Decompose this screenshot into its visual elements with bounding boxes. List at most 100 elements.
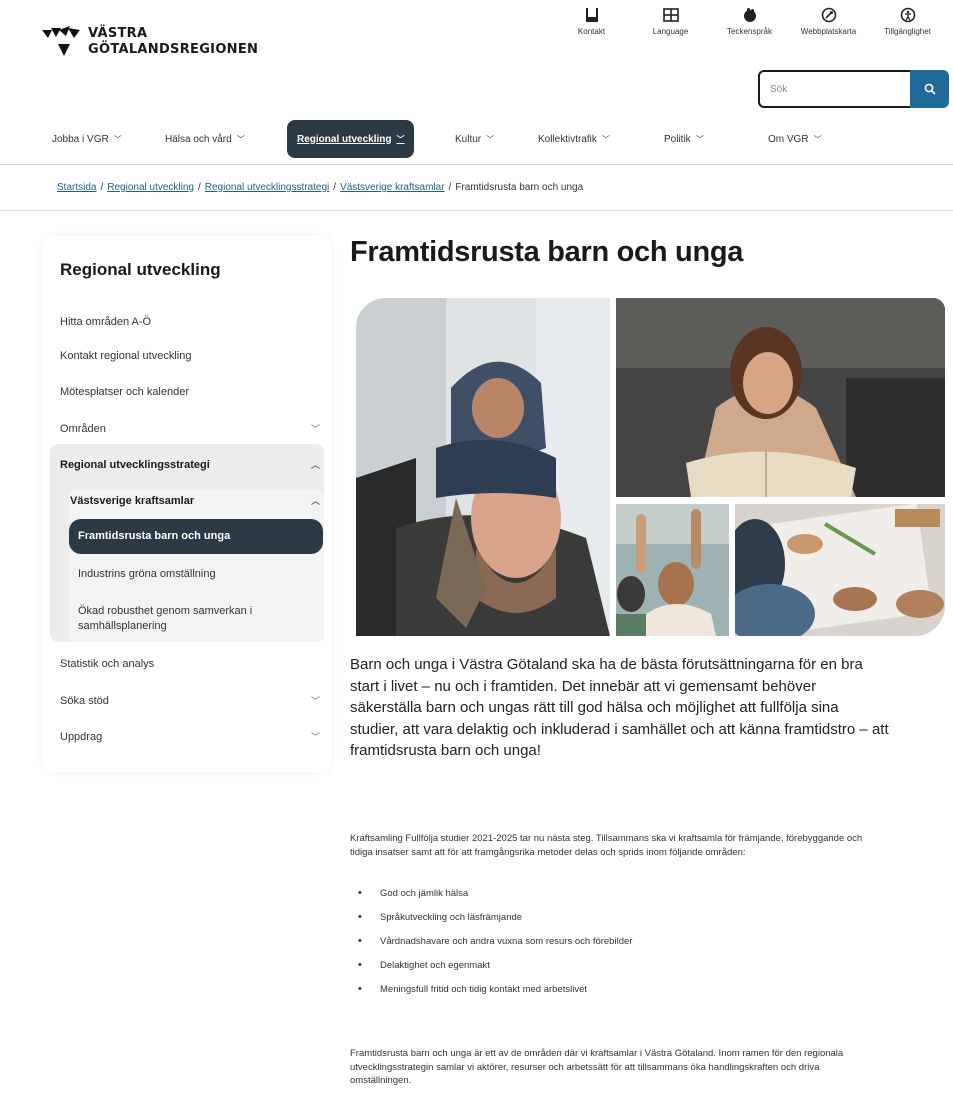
chevron-up-icon[interactable]: ︿ <box>311 494 320 507</box>
photo-father-child <box>356 298 610 636</box>
sidebar-item-hitta-omraden[interactable]: Hitta områden A-Ö <box>60 316 322 328</box>
chevron-down-icon: ﹀ <box>813 134 822 144</box>
chevron-down-icon: ﹀ <box>396 134 405 144</box>
photo-drawing-hands <box>735 504 945 636</box>
sidebar-nav: Regional utveckling Hitta områden A-Ö Ko… <box>42 236 332 772</box>
sidebar-item-label: Framtidsrusta barn och unga <box>78 530 231 542</box>
vgr-logo-icon <box>42 26 80 56</box>
nav-label: Kultur <box>455 133 482 145</box>
sidebar-item-industrins-grona[interactable]: Industrins gröna omställning <box>78 568 322 580</box>
nav-label: Jobba i VGR <box>52 133 109 145</box>
focus-area-list: God och jämlik hälsa Språkutveckling och… <box>358 887 758 1007</box>
util-tillganglighet[interactable]: Tillgänglighet <box>868 6 947 36</box>
intro-paragraph: Kraftsamling Fullfölja studier 2021-2025… <box>350 833 863 858</box>
chevron-down-icon[interactable]: ﹀ <box>311 422 320 435</box>
sidebar-item-label: Västsverige kraftsamlar <box>70 494 195 507</box>
breadcrumb-link[interactable]: Regional utvecklingsstrategi <box>205 182 330 193</box>
chevron-down-icon[interactable]: ﹀ <box>311 694 320 707</box>
breadcrumb-separator: / <box>100 182 104 193</box>
utility-nav: Kontakt Language Teckenspråk Webbplatska… <box>552 6 947 36</box>
util-teckensprak[interactable]: Teckenspråk <box>710 6 789 36</box>
photo-children-raising-hands <box>616 504 729 636</box>
nav-item-regional-utveckling[interactable]: Regional utveckling ﹀ <box>287 120 415 158</box>
nav-item-kultur[interactable]: Kultur ﹀ <box>455 120 494 158</box>
chevron-down-icon[interactable]: ﹀ <box>311 730 320 743</box>
accessibility-icon <box>899 6 917 24</box>
nav-label: Regional utveckling <box>297 133 392 145</box>
breadcrumb-separator: / <box>197 182 201 193</box>
sidebar-item-label: Statistik och analys <box>60 658 155 670</box>
logo-text: VÄSTRA GÖTALANDSREGIONEN <box>88 26 258 58</box>
search-icon <box>924 83 936 95</box>
lead-paragraph: Barn och unga i Västra Götaland ska ha d… <box>350 656 889 759</box>
breadcrumb-separator: / <box>448 182 452 193</box>
page-title: Framtidsrusta barn och unga <box>350 236 744 268</box>
nav-item-om-vgr[interactable]: Om VGR ﹀ <box>768 120 822 158</box>
sidebar-item-motesplatser[interactable]: Mötesplatser och kalender <box>60 386 322 398</box>
sidebar-item-kontakt[interactable]: Kontakt regional utveckling <box>60 350 322 362</box>
sidebar-item-label: Söka stöd <box>60 694 109 707</box>
sidebar-item-uppdrag[interactable]: Uppdrag ﹀ <box>60 730 322 743</box>
breadcrumb-link[interactable]: Startsida <box>57 182 96 193</box>
outro-paragraph: Framtidsrusta barn och unga är ett av de… <box>350 1048 844 1086</box>
nav-item-politik[interactable]: Politik ﹀ <box>664 120 704 158</box>
sidebar-item-label: Hitta områden A-Ö <box>60 316 152 328</box>
vgr-logo[interactable]: VÄSTRA GÖTALANDSREGIONEN <box>42 26 258 60</box>
sidebar-item-okad-robusthet[interactable]: Ökad robusthet genom samverkan i samhäll… <box>78 604 303 634</box>
chevron-down-icon: ﹀ <box>486 134 495 144</box>
breadcrumb-separator: / <box>333 182 337 193</box>
list-item: God och jämlik hälsa <box>358 887 758 900</box>
sidebar-item-label: Mötesplatser och kalender <box>60 386 190 398</box>
sidebar-item-framtidsrusta[interactable]: Framtidsrusta barn och unga <box>78 530 322 542</box>
logo-line-1: VÄSTRA <box>88 26 148 41</box>
sidebar-item-label: Industrins gröna omställning <box>78 568 216 580</box>
util-language[interactable]: Language <box>631 6 710 36</box>
sidebar-item-label: Ökad robusthet genom samverkan i samhäll… <box>78 605 253 632</box>
nav-label: Hälsa och vård <box>165 133 232 145</box>
divider <box>0 210 953 211</box>
list-item: Delaktighet och egenmakt <box>358 959 758 972</box>
search-input[interactable] <box>758 70 910 108</box>
sidebar-item-statistik[interactable]: Statistik och analys <box>60 658 322 670</box>
search-button[interactable] <box>910 70 949 108</box>
breadcrumb-link[interactable]: Regional utveckling <box>107 182 194 193</box>
chevron-down-icon: ﹀ <box>236 134 245 144</box>
util-webbplatskarta[interactable]: Webbplatskarta <box>789 6 868 36</box>
sidebar-item-label: Områden <box>60 422 106 435</box>
nav-label: Kollektivtrafik <box>538 133 597 145</box>
sidebar-item-vastsverige-kraftsamlar[interactable]: Västsverige kraftsamlar ︿ <box>70 494 322 507</box>
chevron-up-icon[interactable]: ︿ <box>311 458 320 471</box>
sidebar-item-soka-stod[interactable]: Söka stöd ﹀ <box>60 694 322 707</box>
search-bar <box>758 70 949 108</box>
photo-woman-reading <box>616 298 945 497</box>
main-nav: Jobba i VGR ﹀ Hälsa och vård ﹀ Regional ut… <box>0 120 953 165</box>
util-label: Language <box>652 27 689 36</box>
sidebar-title: Regional utveckling <box>60 260 221 279</box>
nav-label: Politik <box>664 133 691 145</box>
util-label: Teckenspråk <box>727 27 772 36</box>
language-icon <box>662 6 680 24</box>
breadcrumb-current: Framtidsrusta barn och unga <box>455 182 584 193</box>
list-item: Språkutveckling och läsfrämjande <box>358 911 758 924</box>
nav-item-halsa[interactable]: Hälsa och vård ﹀ <box>165 120 245 158</box>
chevron-down-icon: ﹀ <box>601 134 610 144</box>
list-item: Meningsfull fritid och tidig kontakt med… <box>358 983 758 996</box>
nav-label: Om VGR <box>768 133 809 145</box>
sidebar-item-regional-utvecklingsstrategi[interactable]: Regional utvecklingsstrategi ︿ <box>60 458 322 471</box>
phone-icon <box>583 6 601 24</box>
sidebar-item-omraden[interactable]: Områden ﹀ <box>60 422 322 435</box>
sidebar-item-label: Kontakt regional utveckling <box>60 350 192 362</box>
sign-language-icon <box>741 6 759 24</box>
nav-item-kollektivtrafik[interactable]: Kollektivtrafik ﹀ <box>538 120 610 158</box>
sitemap-icon <box>820 6 838 24</box>
util-label: Webbplatskarta <box>800 27 857 36</box>
sidebar-item-label: Regional utvecklingsstrategi <box>60 458 210 471</box>
chevron-down-icon: ﹀ <box>695 134 704 144</box>
chevron-down-icon: ﹀ <box>113 134 122 144</box>
logo-line-2: GÖTALANDSREGIONEN <box>88 42 259 57</box>
util-label: Tillgänglighet <box>884 27 931 36</box>
util-kontakt[interactable]: Kontakt <box>552 6 631 36</box>
breadcrumb-link[interactable]: Västsverige kraftsamlar <box>340 182 444 193</box>
nav-item-jobba[interactable]: Jobba i VGR ﹀ <box>52 120 122 158</box>
list-item: Vårdnadshavare och andra vuxna som resur… <box>358 935 688 948</box>
